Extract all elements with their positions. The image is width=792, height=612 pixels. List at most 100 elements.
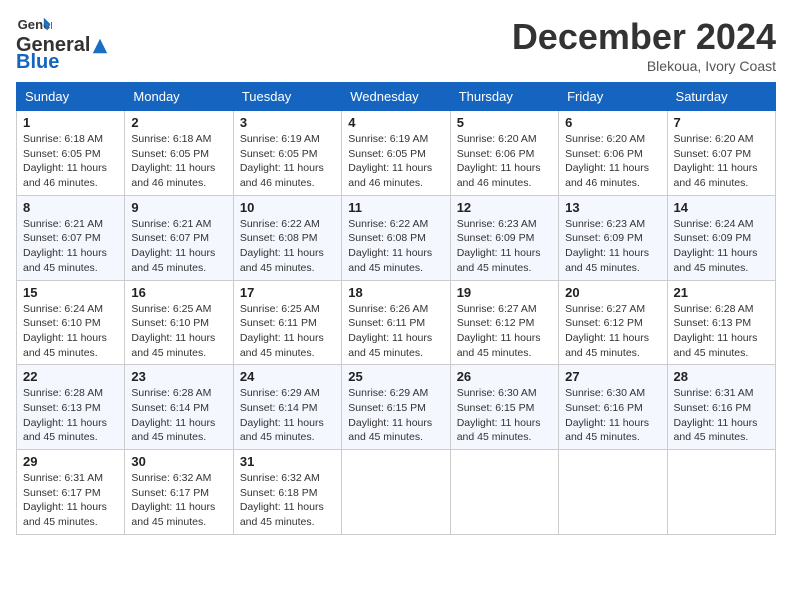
day-number: 26 (457, 369, 552, 384)
calendar-cell: 15 Sunrise: 6:24 AM Sunset: 6:10 PM Dayli… (17, 280, 125, 365)
header-wednesday: Wednesday (342, 83, 450, 111)
week-row-3: 15 Sunrise: 6:24 AM Sunset: 6:10 PM Dayli… (17, 280, 776, 365)
day-info: Sunrise: 6:21 AM Sunset: 6:07 PM Dayligh… (131, 217, 226, 276)
day-info: Sunrise: 6:20 AM Sunset: 6:07 PM Dayligh… (674, 132, 769, 191)
week-row-5: 29 Sunrise: 6:31 AM Sunset: 6:17 PM Dayli… (17, 450, 776, 535)
calendar-cell (342, 450, 450, 535)
calendar-cell: 25 Sunrise: 6:29 AM Sunset: 6:15 PM Dayli… (342, 365, 450, 450)
calendar-cell (667, 450, 775, 535)
day-info: Sunrise: 6:28 AM Sunset: 6:13 PM Dayligh… (23, 386, 118, 445)
day-info: Sunrise: 6:25 AM Sunset: 6:10 PM Dayligh… (131, 302, 226, 361)
location: Blekoua, Ivory Coast (512, 58, 776, 74)
day-info: Sunrise: 6:28 AM Sunset: 6:14 PM Dayligh… (131, 386, 226, 445)
calendar-cell: 2 Sunrise: 6:18 AM Sunset: 6:05 PM Daylig… (125, 111, 233, 196)
calendar-cell: 7 Sunrise: 6:20 AM Sunset: 6:07 PM Daylig… (667, 111, 775, 196)
day-number: 4 (348, 115, 443, 130)
header-monday: Monday (125, 83, 233, 111)
calendar-table: SundayMondayTuesdayWednesdayThursdayFrid… (16, 82, 776, 535)
calendar-cell: 23 Sunrise: 6:28 AM Sunset: 6:14 PM Dayli… (125, 365, 233, 450)
day-number: 28 (674, 369, 769, 384)
logo-triangle-icon (91, 37, 109, 55)
calendar-cell: 10 Sunrise: 6:22 AM Sunset: 6:08 PM Dayli… (233, 195, 341, 280)
day-info: Sunrise: 6:31 AM Sunset: 6:16 PM Dayligh… (674, 386, 769, 445)
calendar-cell: 11 Sunrise: 6:22 AM Sunset: 6:08 PM Dayli… (342, 195, 450, 280)
calendar-cell: 27 Sunrise: 6:30 AM Sunset: 6:16 PM Dayli… (559, 365, 667, 450)
day-info: Sunrise: 6:22 AM Sunset: 6:08 PM Dayligh… (348, 217, 443, 276)
calendar-cell (450, 450, 558, 535)
calendar-cell: 31 Sunrise: 6:32 AM Sunset: 6:18 PM Dayli… (233, 450, 341, 535)
day-number: 3 (240, 115, 335, 130)
day-info: Sunrise: 6:32 AM Sunset: 6:18 PM Dayligh… (240, 471, 335, 530)
day-info: Sunrise: 6:25 AM Sunset: 6:11 PM Dayligh… (240, 302, 335, 361)
day-number: 13 (565, 200, 660, 215)
week-row-2: 8 Sunrise: 6:21 AM Sunset: 6:07 PM Daylig… (17, 195, 776, 280)
day-info: Sunrise: 6:20 AM Sunset: 6:06 PM Dayligh… (457, 132, 552, 191)
day-number: 31 (240, 454, 335, 469)
logo-blue: Blue (16, 51, 59, 74)
month-title: December 2024 (512, 16, 776, 58)
day-number: 8 (23, 200, 118, 215)
calendar-cell: 6Sunrise: 6:20 AM Sunset: 6:06 PM Daylig… (559, 111, 667, 196)
calendar-cell: 17 Sunrise: 6:25 AM Sunset: 6:11 PM Dayli… (233, 280, 341, 365)
header-sunday: Sunday (17, 83, 125, 111)
calendar-cell: 28 Sunrise: 6:31 AM Sunset: 6:16 PM Dayli… (667, 365, 775, 450)
day-number: 23 (131, 369, 226, 384)
day-info: Sunrise: 6:24 AM Sunset: 6:09 PM Dayligh… (674, 217, 769, 276)
calendar-cell: 12Sunrise: 6:23 AM Sunset: 6:09 PM Dayli… (450, 195, 558, 280)
day-number: 18 (348, 285, 443, 300)
calendar-cell: 16 Sunrise: 6:25 AM Sunset: 6:10 PM Dayli… (125, 280, 233, 365)
header-tuesday: Tuesday (233, 83, 341, 111)
day-number: 2 (131, 115, 226, 130)
calendar-cell: 20Sunrise: 6:27 AM Sunset: 6:12 PM Dayli… (559, 280, 667, 365)
day-info: Sunrise: 6:19 AM Sunset: 6:05 PM Dayligh… (240, 132, 335, 191)
day-number: 6 (565, 115, 660, 130)
day-number: 25 (348, 369, 443, 384)
day-number: 11 (348, 200, 443, 215)
day-info: Sunrise: 6:24 AM Sunset: 6:10 PM Dayligh… (23, 302, 118, 361)
calendar-cell: 18 Sunrise: 6:26 AM Sunset: 6:11 PM Dayli… (342, 280, 450, 365)
calendar-cell: 22 Sunrise: 6:28 AM Sunset: 6:13 PM Dayli… (17, 365, 125, 450)
header-friday: Friday (559, 83, 667, 111)
day-number: 29 (23, 454, 118, 469)
calendar-cell (559, 450, 667, 535)
calendar-cell: 9 Sunrise: 6:21 AM Sunset: 6:07 PM Daylig… (125, 195, 233, 280)
day-number: 21 (674, 285, 769, 300)
day-info: Sunrise: 6:26 AM Sunset: 6:11 PM Dayligh… (348, 302, 443, 361)
calendar-cell: 8 Sunrise: 6:21 AM Sunset: 6:07 PM Daylig… (17, 195, 125, 280)
day-info: Sunrise: 6:21 AM Sunset: 6:07 PM Dayligh… (23, 217, 118, 276)
calendar-cell: 5Sunrise: 6:20 AM Sunset: 6:06 PM Daylig… (450, 111, 558, 196)
page-header: General General Blue December 2024 Bleko… (16, 16, 776, 74)
day-number: 22 (23, 369, 118, 384)
day-number: 10 (240, 200, 335, 215)
day-info: Sunrise: 6:29 AM Sunset: 6:15 PM Dayligh… (348, 386, 443, 445)
day-info: Sunrise: 6:30 AM Sunset: 6:16 PM Dayligh… (565, 386, 660, 445)
day-number: 9 (131, 200, 226, 215)
logo: General General Blue (16, 16, 110, 74)
day-number: 16 (131, 285, 226, 300)
calendar-cell: 21Sunrise: 6:28 AM Sunset: 6:13 PM Dayli… (667, 280, 775, 365)
day-number: 27 (565, 369, 660, 384)
logo-icon: General (16, 16, 52, 34)
calendar-header-row: SundayMondayTuesdayWednesdayThursdayFrid… (17, 83, 776, 111)
day-info: Sunrise: 6:29 AM Sunset: 6:14 PM Dayligh… (240, 386, 335, 445)
day-number: 1 (23, 115, 118, 130)
day-info: Sunrise: 6:30 AM Sunset: 6:15 PM Dayligh… (457, 386, 552, 445)
calendar-cell: 3 Sunrise: 6:19 AM Sunset: 6:05 PM Daylig… (233, 111, 341, 196)
day-number: 12 (457, 200, 552, 215)
week-row-4: 22 Sunrise: 6:28 AM Sunset: 6:13 PM Dayli… (17, 365, 776, 450)
day-info: Sunrise: 6:18 AM Sunset: 6:05 PM Dayligh… (131, 132, 226, 191)
day-info: Sunrise: 6:32 AM Sunset: 6:17 PM Dayligh… (131, 471, 226, 530)
day-number: 30 (131, 454, 226, 469)
day-info: Sunrise: 6:19 AM Sunset: 6:05 PM Dayligh… (348, 132, 443, 191)
day-info: Sunrise: 6:31 AM Sunset: 6:17 PM Dayligh… (23, 471, 118, 530)
day-number: 17 (240, 285, 335, 300)
day-number: 24 (240, 369, 335, 384)
calendar-body: 1 Sunrise: 6:18 AM Sunset: 6:05 PM Daylig… (17, 111, 776, 535)
day-number: 19 (457, 285, 552, 300)
day-info: Sunrise: 6:22 AM Sunset: 6:08 PM Dayligh… (240, 217, 335, 276)
week-row-1: 1 Sunrise: 6:18 AM Sunset: 6:05 PM Daylig… (17, 111, 776, 196)
day-number: 15 (23, 285, 118, 300)
day-number: 7 (674, 115, 769, 130)
calendar-cell: 19Sunrise: 6:27 AM Sunset: 6:12 PM Dayli… (450, 280, 558, 365)
title-block: December 2024 Blekoua, Ivory Coast (512, 16, 776, 74)
